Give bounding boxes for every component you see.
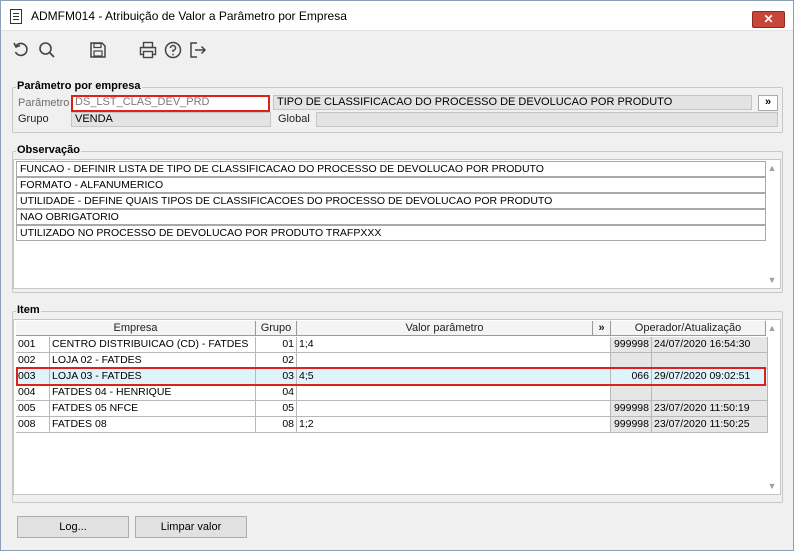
table-row-selected[interactable]: 003 LOJA 03 - FATDES 03 4;5 066 29/07/20… — [16, 369, 768, 385]
observacao-line: FORMATO - ALFANUMERICO — [16, 177, 766, 193]
cell-atualizacao: 23/07/2020 11:50:19 — [652, 401, 768, 417]
cell-code: 001 — [16, 337, 50, 353]
parametro-description: TIPO DE CLASSIFICACAO DO PROCESSO DE DEV… — [273, 95, 752, 110]
cell-grupo: 02 — [256, 353, 297, 369]
global-field — [316, 112, 778, 127]
cell-atualizacao — [652, 385, 768, 401]
window-title: ADMFM014 - Atribuição de Valor a Parâmet… — [31, 9, 347, 23]
cell-operador: 066 — [611, 369, 652, 385]
cell-atualizacao — [652, 353, 768, 369]
cell-grupo: 05 — [256, 401, 297, 417]
table-row[interactable]: 008 FATDES 08 08 1;2 999998 23/07/2020 1… — [16, 417, 768, 433]
print-icon[interactable] — [139, 41, 157, 59]
valor-expand-button[interactable]: » — [593, 321, 611, 336]
item-grid: Empresa Grupo Valor parâmetro » Operador… — [13, 319, 781, 495]
grupo-label: Grupo — [18, 113, 49, 125]
cell-empresa: FATDES 05 NFCE — [50, 401, 256, 417]
cell-empresa: FATDES 04 - HENRIQUE — [50, 385, 256, 401]
cell-valor[interactable] — [297, 353, 611, 369]
cell-operador: 999998 — [611, 401, 652, 417]
cell-grupo: 03 — [256, 369, 297, 385]
parametro-expand-button[interactable]: » — [758, 95, 778, 111]
item-group-title: Item — [16, 304, 41, 316]
observacao-group-title: Observação — [16, 144, 81, 156]
limpar-valor-button[interactable]: Limpar valor — [135, 516, 247, 538]
title-bar[interactable]: ADMFM014 - Atribuição de Valor a Parâmet… — [1, 1, 793, 31]
scroll-down-icon[interactable]: ▼ — [767, 481, 777, 491]
app-window: ADMFM014 - Atribuição de Valor a Parâmet… — [0, 0, 794, 551]
cell-operador — [611, 353, 652, 369]
observacao-textarea[interactable]: FUNCAO - DEFINIR LISTA DE TIPO DE CLASSI… — [13, 159, 781, 289]
item-scrollbar[interactable]: ▲ ▼ — [765, 321, 779, 493]
column-header-empresa[interactable]: Empresa — [16, 321, 256, 336]
cell-code: 008 — [16, 417, 50, 433]
observacao-line: FUNCAO - DEFINIR LISTA DE TIPO DE CLASSI… — [16, 161, 766, 177]
column-header-grupo[interactable]: Grupo — [256, 321, 297, 336]
grupo-field: VENDA — [71, 112, 271, 127]
observacao-line: UTILIDADE - DEFINE QUAIS TIPOS DE CLASSI… — [16, 193, 766, 209]
observacao-scrollbar[interactable]: ▲ ▼ — [765, 161, 779, 287]
cell-valor[interactable]: 1;4 — [297, 337, 611, 353]
cell-code: 003 — [16, 369, 50, 385]
scroll-up-icon[interactable]: ▲ — [767, 323, 777, 333]
table-row[interactable]: 001 CENTRO DISTRIBUICAO (CD) - FATDES 01… — [16, 337, 768, 353]
cell-atualizacao: 24/07/2020 16:54:30 — [652, 337, 768, 353]
document-icon — [10, 9, 22, 24]
toolbar — [1, 32, 793, 66]
exit-icon[interactable] — [189, 41, 207, 59]
column-header-valor[interactable]: Valor parâmetro — [297, 321, 593, 336]
refresh-icon[interactable] — [12, 41, 30, 59]
cell-grupo: 04 — [256, 385, 297, 401]
cell-atualizacao: 29/07/2020 09:02:51 — [652, 369, 768, 385]
cell-valor[interactable] — [297, 401, 611, 417]
scroll-down-icon[interactable]: ▼ — [767, 275, 777, 285]
cell-atualizacao: 23/07/2020 11:50:25 — [652, 417, 768, 433]
observacao-line: NAO OBRIGATORIO — [16, 209, 766, 225]
cell-code: 005 — [16, 401, 50, 417]
save-icon[interactable] — [89, 41, 107, 59]
cell-grupo: 08 — [256, 417, 297, 433]
search-icon[interactable] — [38, 41, 56, 59]
cell-valor[interactable]: 4;5 — [297, 369, 611, 385]
cell-operador: 999998 — [611, 337, 652, 353]
scroll-up-icon[interactable]: ▲ — [767, 163, 777, 173]
cell-empresa: FATDES 08 — [50, 417, 256, 433]
table-row[interactable]: 004 FATDES 04 - HENRIQUE 04 — [16, 385, 768, 401]
cell-empresa: LOJA 02 - FATDES — [50, 353, 256, 369]
table-row[interactable]: 002 LOJA 02 - FATDES 02 — [16, 353, 768, 369]
parametro-input[interactable]: DS_LST_CLAS_DEV_PRD — [71, 95, 270, 112]
log-button[interactable]: Log... — [17, 516, 129, 538]
cell-empresa: LOJA 03 - FATDES — [50, 369, 256, 385]
cell-code: 002 — [16, 353, 50, 369]
cell-operador — [611, 385, 652, 401]
cell-empresa: CENTRO DISTRIBUICAO (CD) - FATDES — [50, 337, 256, 353]
parametro-group-title: Parâmetro por empresa — [16, 80, 142, 92]
cell-operador: 999998 — [611, 417, 652, 433]
table-row[interactable]: 005 FATDES 05 NFCE 05 999998 23/07/2020 … — [16, 401, 768, 417]
cell-grupo: 01 — [256, 337, 297, 353]
cell-code: 004 — [16, 385, 50, 401]
parametro-label: Parâmetro — [18, 97, 70, 109]
observacao-line: UTILIZADO NO PROCESSO DE DEVOLUCAO POR P… — [16, 225, 766, 241]
global-label: Global — [278, 113, 310, 125]
cell-valor[interactable] — [297, 385, 611, 401]
column-header-operador[interactable]: Operador/Atualização — [611, 321, 766, 336]
cell-valor[interactable]: 1;2 — [297, 417, 611, 433]
close-button[interactable]: ✕ — [752, 11, 785, 28]
help-icon[interactable] — [164, 41, 182, 59]
